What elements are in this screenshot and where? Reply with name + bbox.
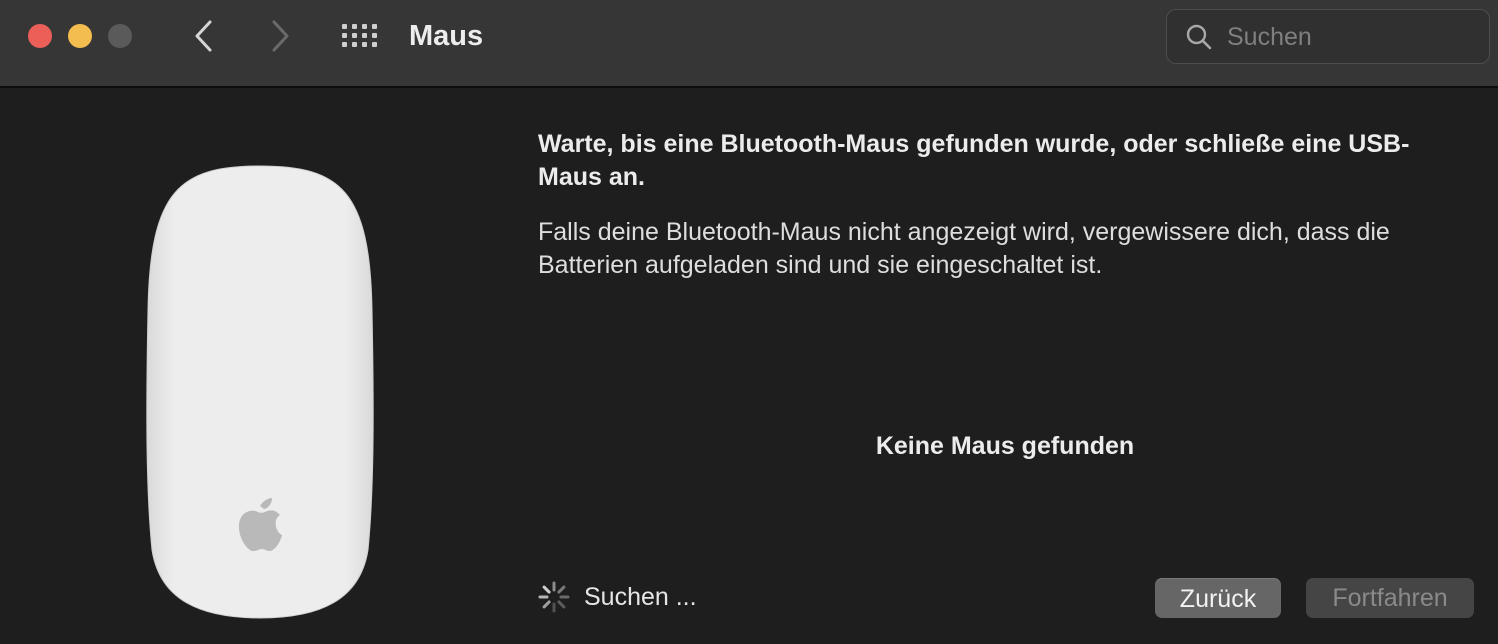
search-icon — [1186, 24, 1212, 50]
searching-status: Suchen ... — [584, 583, 697, 611]
minimize-button[interactable] — [68, 24, 92, 48]
back-button[interactable]: Zurück — [1155, 578, 1281, 618]
maximize-button[interactable] — [108, 24, 132, 48]
search-field[interactable] — [1166, 9, 1490, 64]
back-nav-button[interactable] — [186, 18, 222, 54]
show-all-button[interactable] — [340, 22, 380, 50]
forward-nav-button[interactable] — [262, 18, 298, 54]
chevron-left-icon — [195, 20, 212, 52]
no-mouse-status: Keine Maus gefunden — [875, 432, 1135, 460]
window-title: Maus — [409, 20, 484, 52]
magic-mouse-image — [146, 165, 374, 619]
instruction-heading: Warte, bis eine Bluetooth-Maus gefunden … — [538, 130, 1410, 191]
grid-icon — [342, 24, 377, 47]
continue-button[interactable]: Fortfahren — [1306, 578, 1474, 618]
title-bar: Maus — [0, 0, 1498, 88]
instruction-text: Falls deine Bluetooth-Maus nicht angezei… — [538, 218, 1390, 279]
search-input[interactable] — [1227, 20, 1477, 54]
spinner-icon — [538, 581, 570, 613]
close-button[interactable] — [28, 24, 52, 48]
chevron-right-icon — [272, 20, 289, 52]
